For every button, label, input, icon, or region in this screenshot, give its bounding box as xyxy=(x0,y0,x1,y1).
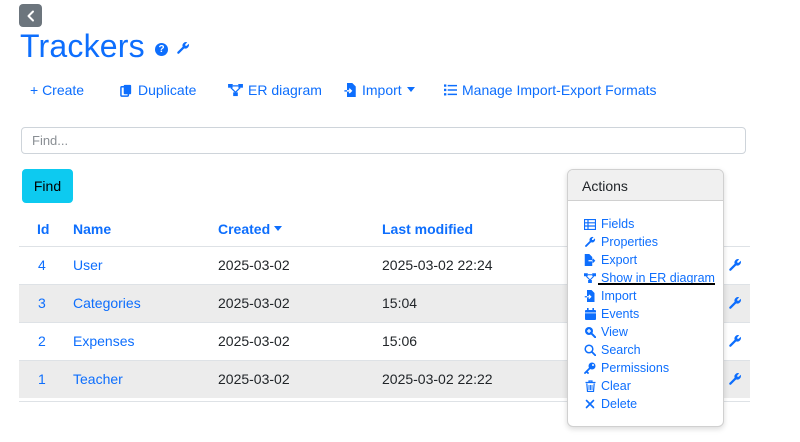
diagram-icon xyxy=(584,272,596,284)
copy-icon xyxy=(120,84,132,97)
caret-down-icon xyxy=(406,87,415,92)
action-export[interactable]: Export xyxy=(584,253,637,267)
row-modified: 15:04 xyxy=(382,295,418,311)
row-id[interactable]: 4 xyxy=(38,257,46,273)
row-created: 2025-03-02 xyxy=(218,257,290,273)
column-header-name[interactable]: Name xyxy=(73,221,111,237)
zoom-icon xyxy=(584,326,596,338)
column-header-created[interactable]: Created xyxy=(218,221,283,237)
export-icon xyxy=(584,254,596,266)
action-events-label: Events xyxy=(601,307,640,321)
wrench-icon[interactable] xyxy=(176,41,190,55)
page-title: Trackers xyxy=(20,28,145,64)
hover-underline xyxy=(598,283,715,285)
manage-formats-button[interactable]: Manage Import-Export Formats xyxy=(444,82,657,98)
action-fields-label: Fields xyxy=(601,217,635,231)
find-button[interactable]: Find xyxy=(22,169,73,203)
column-header-last-modified[interactable]: Last modified xyxy=(382,221,473,237)
wrench-icon[interactable] xyxy=(728,296,742,310)
help-icon[interactable]: ? xyxy=(155,43,168,56)
row-id[interactable]: 1 xyxy=(38,371,46,387)
action-delete-label: Delete xyxy=(601,397,638,411)
calendar-icon xyxy=(584,308,596,320)
action-import-label: Import xyxy=(601,289,637,303)
import-icon xyxy=(584,290,596,302)
wrench-icon[interactable] xyxy=(728,372,742,386)
row-modified: 15:06 xyxy=(382,333,418,349)
action-permissions[interactable]: Permissions xyxy=(584,361,669,375)
action-search-label: Search xyxy=(601,343,641,357)
wrench-icon xyxy=(584,236,596,248)
actions-header: Actions xyxy=(568,170,723,201)
column-header-created-label: Created xyxy=(218,221,271,237)
row-name[interactable]: Teacher xyxy=(73,371,123,387)
search-icon xyxy=(584,344,596,356)
table-icon xyxy=(584,218,596,230)
trash-icon xyxy=(584,380,596,392)
action-delete[interactable]: Delete xyxy=(584,397,637,411)
row-name[interactable]: Expenses xyxy=(73,333,134,349)
action-export-label: Export xyxy=(601,253,638,267)
column-header-id[interactable]: Id xyxy=(37,221,49,237)
wrench-icon[interactable] xyxy=(728,334,742,348)
duplicate-label: Duplicate xyxy=(138,82,197,98)
import-dropdown[interactable]: Import xyxy=(344,82,415,98)
action-permissions-label: Permissions xyxy=(601,361,670,375)
chevron-left-icon xyxy=(27,10,34,21)
row-modified: 2025-03-02 22:24 xyxy=(382,257,493,273)
import-label: Import xyxy=(362,82,402,98)
row-created: 2025-03-02 xyxy=(218,295,290,311)
create-button[interactable]: + Create xyxy=(30,82,84,98)
action-fields[interactable]: Fields xyxy=(584,217,634,231)
search-input[interactable] xyxy=(21,127,746,154)
er-diagram-label: ER diagram xyxy=(248,82,322,98)
action-clear-label: Clear xyxy=(601,379,631,393)
actions-popover: Actions Fields Properties Export Show in… xyxy=(567,169,724,427)
row-modified: 2025-03-02 22:22 xyxy=(382,371,493,387)
manage-formats-label: Manage Import-Export Formats xyxy=(462,82,657,98)
back-button[interactable] xyxy=(19,4,42,27)
row-name[interactable]: User xyxy=(73,257,103,273)
import-file-icon xyxy=(344,83,356,97)
wrench-icon[interactable] xyxy=(728,258,742,272)
row-created: 2025-03-02 xyxy=(218,333,290,349)
row-id[interactable]: 2 xyxy=(38,333,46,349)
toolbar: + Create Duplicate ER diagram Import Man… xyxy=(0,80,800,100)
row-created: 2025-03-02 xyxy=(218,371,290,387)
key-icon xyxy=(584,362,596,374)
list-icon xyxy=(444,84,457,96)
row-id[interactable]: 3 xyxy=(38,295,46,311)
action-view-label: View xyxy=(601,325,628,339)
action-events[interactable]: Events xyxy=(584,307,639,321)
action-properties-label: Properties xyxy=(601,235,658,249)
duplicate-button[interactable]: Duplicate xyxy=(120,82,196,98)
action-clear[interactable]: Clear xyxy=(584,379,631,393)
sort-desc-icon xyxy=(274,226,283,231)
action-properties[interactable]: Properties xyxy=(584,235,658,249)
er-diagram-button[interactable]: ER diagram xyxy=(228,82,322,98)
diagram-icon xyxy=(228,83,243,96)
create-label: + Create xyxy=(30,82,85,98)
action-search[interactable]: Search xyxy=(584,343,641,357)
action-import[interactable]: Import xyxy=(584,289,636,303)
x-icon xyxy=(584,398,596,410)
row-name[interactable]: Categories xyxy=(73,295,141,311)
action-view[interactable]: View xyxy=(584,325,628,339)
